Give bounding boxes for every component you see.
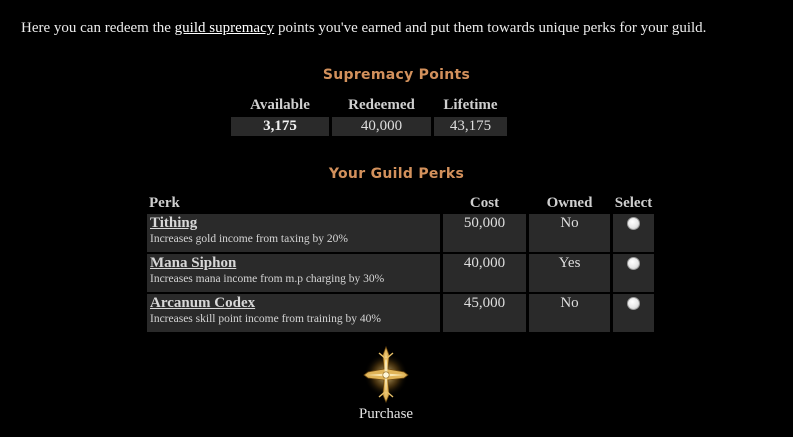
- perk-cost: 45,000: [443, 294, 526, 332]
- perk-row-arcanum-codex: Arcanum Codex Increases skill point inco…: [147, 294, 654, 332]
- perk-cost: 40,000: [443, 254, 526, 292]
- perk-link-tithing[interactable]: Tithing: [150, 215, 440, 232]
- perk-link-mana-siphon[interactable]: Mana Siphon: [150, 255, 440, 272]
- available-header: Available: [250, 96, 310, 113]
- perk-description: Increases skill point income from traini…: [150, 313, 381, 325]
- perk-row-mana-siphon: Mana Siphon Increases mana income from m…: [147, 254, 654, 292]
- perk-row-tithing: Tithing Increases gold income from taxin…: [147, 214, 654, 252]
- redeemed-header: Redeemed: [348, 96, 415, 113]
- perk-cost: 50,000: [443, 214, 526, 252]
- owned-header: Owned: [546, 194, 593, 211]
- golden-cross-icon: [363, 345, 409, 403]
- purchase-button[interactable]: Purchase: [346, 345, 426, 423]
- perk-cell: Mana Siphon Increases mana income from m…: [147, 254, 440, 292]
- guild-perks-heading: Your Guild Perks: [328, 166, 465, 182]
- purchase-label: Purchase: [358, 406, 414, 422]
- select-cell: [613, 294, 654, 332]
- supremacy-points-heading: Supremacy Points: [322, 67, 471, 83]
- select-cell: [613, 214, 654, 252]
- perk-link-arcanum-codex[interactable]: Arcanum Codex: [150, 295, 440, 312]
- perk-cell: Tithing Increases gold income from taxin…: [147, 214, 440, 252]
- select-header: Select: [614, 194, 653, 211]
- guild-perks-table: Perk Cost Owned Select Tithing Increases…: [144, 192, 657, 334]
- perk-owned: No: [529, 294, 610, 332]
- cost-header: Cost: [469, 194, 500, 211]
- intro-after: points you've earned and put them toward…: [274, 20, 707, 36]
- select-radio-arcanum-codex[interactable]: [627, 297, 640, 310]
- perk-description: Increases mana income from m.p charging …: [150, 273, 385, 285]
- lifetime-header: Lifetime: [443, 96, 498, 113]
- available-value: 3,175: [231, 117, 329, 136]
- perk-owned: No: [529, 214, 610, 252]
- perk-cell: Arcanum Codex Increases skill point inco…: [147, 294, 440, 332]
- intro-text: Here you can redeem the guild supremacy …: [21, 20, 706, 37]
- perk-header: Perk: [149, 194, 180, 211]
- lifetime-value: 43,175: [434, 117, 507, 136]
- redeemed-value: 40,000: [332, 117, 431, 136]
- guild-supremacy-link[interactable]: guild supremacy: [175, 20, 275, 36]
- supremacy-points-table: Available Redeemed Lifetime 3,175 40,000…: [228, 93, 510, 138]
- select-radio-tithing[interactable]: [627, 217, 640, 230]
- select-cell: [613, 254, 654, 292]
- select-radio-mana-siphon[interactable]: [627, 257, 640, 270]
- perk-owned: Yes: [529, 254, 610, 292]
- perk-description: Increases gold income from taxing by 20%: [150, 233, 348, 245]
- intro-before: Here you can redeem the: [21, 20, 175, 36]
